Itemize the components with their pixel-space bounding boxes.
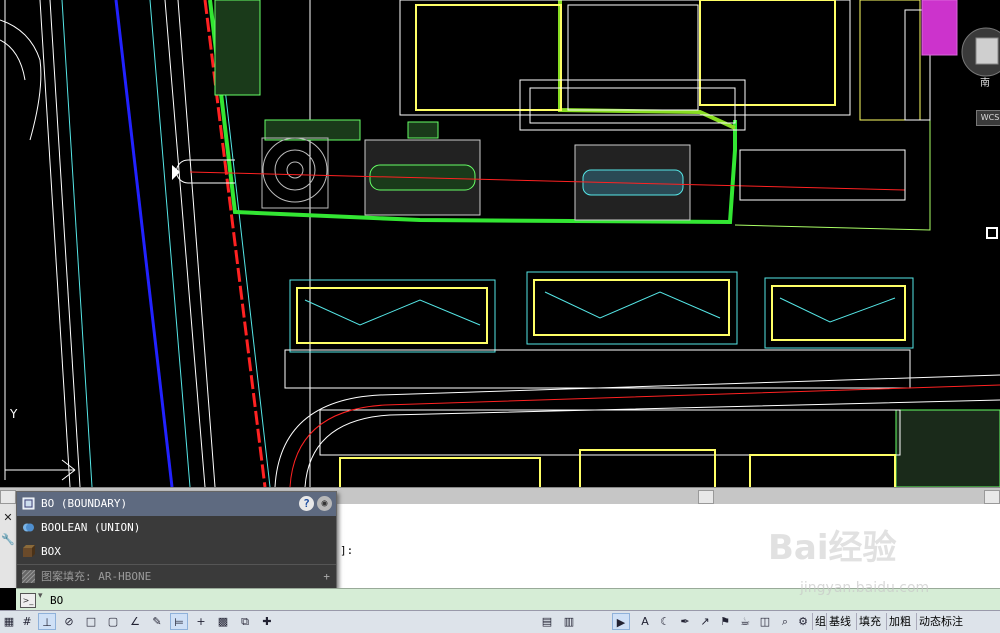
autocomplete-list: BO (BOUNDARY) ? ◉ BOOLEAN (UNION) BOX 图案…: [16, 491, 337, 589]
globe-icon[interactable]: ◉: [317, 496, 332, 511]
cup-icon[interactable]: ☕: [736, 613, 754, 630]
transparency-icon[interactable]: ▩: [214, 613, 232, 630]
wrench-icon[interactable]: 🔧: [0, 532, 16, 548]
status-baseline[interactable]: 基线: [826, 613, 853, 630]
viewport-icon[interactable]: ▥: [560, 613, 578, 630]
ortho-icon[interactable]: ⊘: [60, 613, 78, 630]
scroll-thumb[interactable]: [698, 490, 714, 504]
axis-line: [189, 171, 906, 191]
box-icon: [23, 545, 35, 557]
annotation-icon[interactable]: ✚: [258, 613, 276, 630]
parking-stalls: [284, 349, 911, 456]
layers-icon[interactable]: ◫: [756, 613, 774, 630]
autocomplete-item-boundary[interactable]: BO (BOUNDARY) ? ◉: [17, 492, 336, 516]
polar-icon[interactable]: □: [82, 613, 100, 630]
hatch-icon: [22, 570, 35, 583]
middle-buildings: [289, 271, 914, 353]
close-icon[interactable]: ✕: [0, 510, 16, 526]
autocomplete-item-hatch[interactable]: 图案填充: AR-HBONE +: [17, 564, 336, 589]
text-style-icon[interactable]: A: [636, 613, 654, 630]
grip-marker: [986, 227, 998, 239]
snap-icon[interactable]: ⊥: [38, 613, 56, 630]
gear-icon[interactable]: ⚙: [794, 613, 812, 630]
command-input[interactable]: [50, 592, 650, 608]
moon-icon[interactable]: ☾: [656, 613, 674, 630]
command-side-tools: ✕ 🔧: [0, 504, 17, 588]
cad-drawing[interactable]: Y: [0, 0, 1000, 487]
boundary-icon: [22, 497, 35, 510]
ucs-icon: [4, 420, 76, 481]
angle-icon[interactable]: ∠: [126, 613, 144, 630]
scroll-right-button[interactable]: [984, 490, 1000, 504]
drawing-canvas[interactable]: Y 南 WCS: [0, 0, 1000, 487]
status-bold[interactable]: 加粗: [886, 613, 913, 630]
shirt-icon[interactable]: ⚑: [716, 613, 734, 630]
help-icon[interactable]: ?: [299, 496, 314, 511]
navcube[interactable]: [958, 26, 1000, 78]
expand-icon[interactable]: +: [323, 565, 330, 589]
union-icon: [23, 523, 34, 532]
autocomplete-item-box[interactable]: BOX: [17, 540, 336, 564]
bottom-buildings: [339, 449, 896, 487]
model-space-icon[interactable]: ▦: [0, 613, 18, 630]
status-fill[interactable]: 填充: [856, 613, 883, 630]
status-bar: ▦ # ⊥ ⊘ □ ▢ ∠ ✎ ⊨ + ▩ ⧉ ✚ ▤ ▥ ▶ A ☾ ✒ ↗ …: [0, 610, 1000, 633]
crosshair-icon[interactable]: +: [192, 613, 210, 630]
grid-icon[interactable]: #: [18, 613, 36, 630]
dynamic-input-icon[interactable]: ✎: [148, 613, 166, 630]
osnap-icon[interactable]: ▢: [104, 613, 122, 630]
selection-cycle-icon[interactable]: ⧉: [236, 613, 254, 630]
curved-road: [274, 374, 1000, 487]
autocomplete-item-union[interactable]: BOOLEAN (UNION): [17, 516, 336, 540]
arrow-icon[interactable]: ↗: [696, 613, 714, 630]
command-prompt-icon[interactable]: >_: [20, 593, 36, 608]
road-lines: [0, 0, 311, 487]
status-dynamic-dim[interactable]: 动态标注: [916, 613, 965, 630]
navcube-label: 南: [980, 78, 990, 89]
layout-icon[interactable]: ▤: [538, 613, 556, 630]
hedge-hatch: [214, 0, 1000, 487]
wcs-menu[interactable]: WCS: [976, 110, 1000, 126]
pen-icon[interactable]: ✒: [676, 613, 694, 630]
chevron-down-icon[interactable]: ▾: [38, 591, 43, 601]
scroll-left-button[interactable]: [0, 490, 16, 504]
search-icon[interactable]: ⌕: [776, 613, 794, 630]
baidu-toolbar-icon[interactable]: ▶: [612, 613, 630, 630]
history-line: ]:: [340, 544, 354, 557]
lineweight-icon[interactable]: ⊨: [170, 613, 188, 630]
ucs-y-label: Y: [9, 407, 18, 421]
plaza-rosette: [176, 137, 329, 209]
command-line: >_ ▾: [16, 588, 1000, 611]
